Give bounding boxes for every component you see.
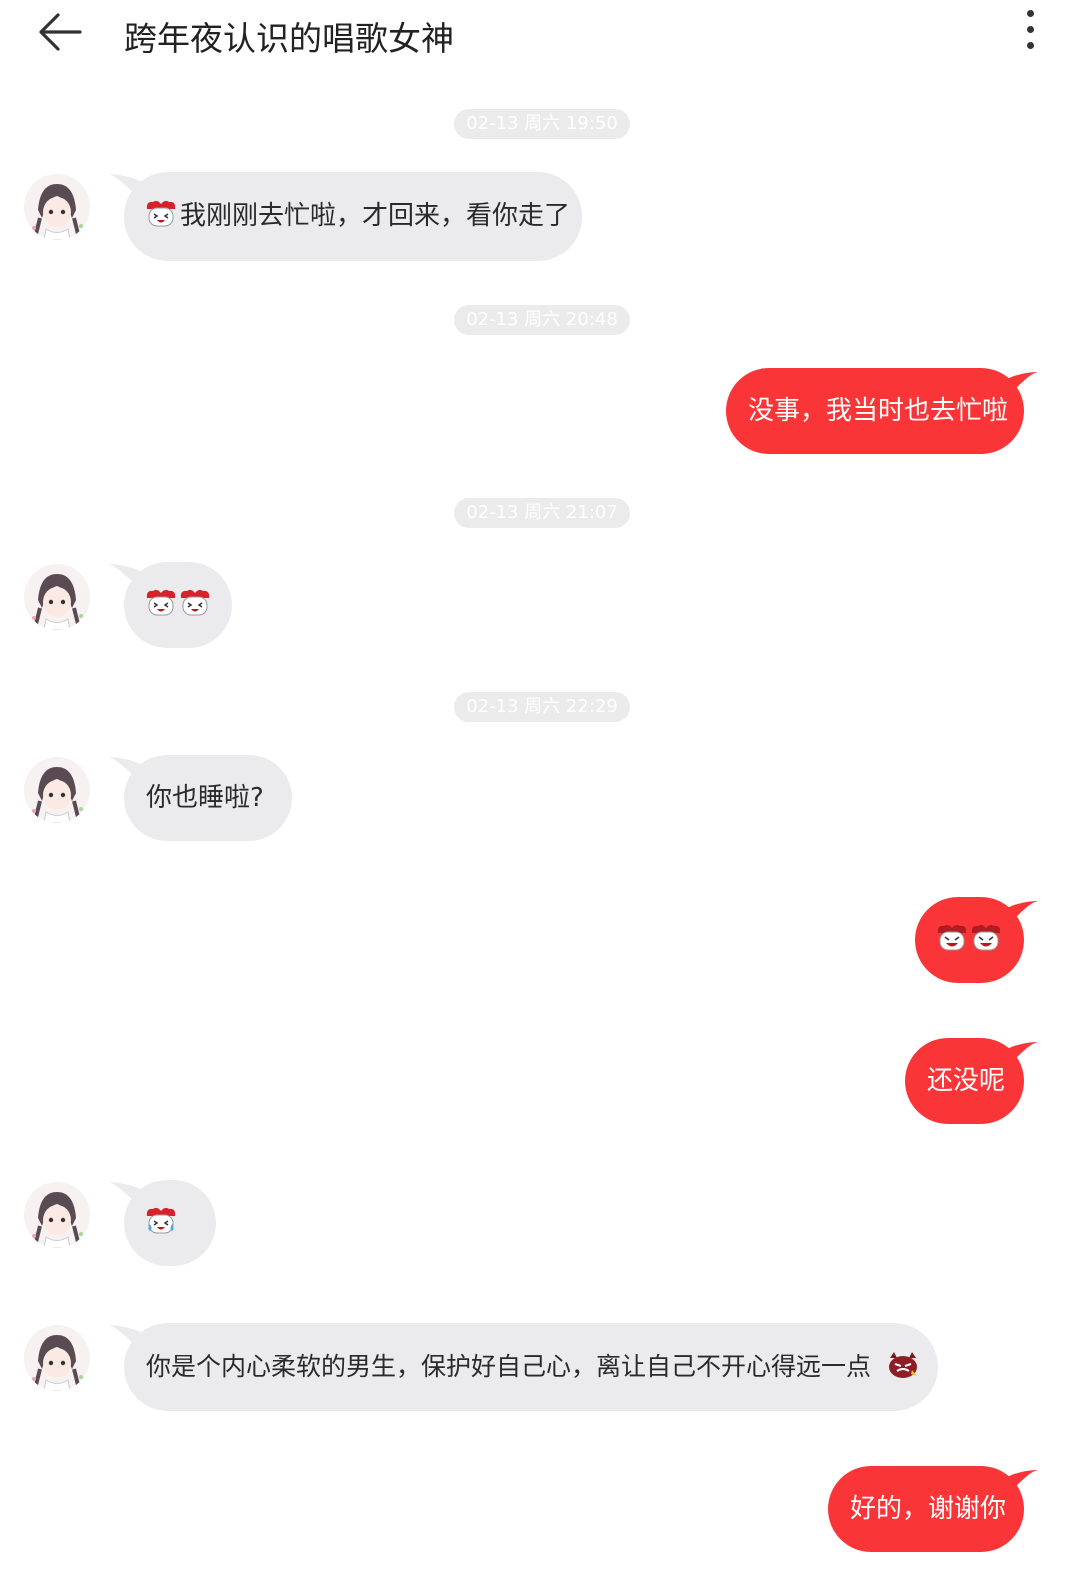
chat-title: 跨年夜认识的唱歌女神 [124,19,454,58]
timestamp: 02-13 周六 20:48 [454,305,630,335]
message-bubble-incoming[interactable]: 你也睡啦? [124,755,292,841]
more-options-button[interactable] [1020,10,1040,54]
arrow-left-icon [39,13,82,51]
contact-avatar[interactable] [24,564,90,630]
message-bubble-incoming[interactable]: 你是个内心柔软的男生，保护好自己心，离让自己不开心得远一点 [124,1323,938,1411]
more-vertical-icon [1020,10,1040,49]
grinning-girl-emoji [969,923,1003,953]
timestamp: 02-13 周六 21:07 [454,498,630,528]
contact-avatar[interactable] [24,174,90,240]
contact-avatar[interactable] [24,757,90,823]
message-bubble-outgoing[interactable]: 还没呢 [905,1038,1024,1124]
laughing-girl-emoji [178,588,212,618]
angry-devil-emoji [886,1350,920,1380]
contact-avatar[interactable] [24,1325,90,1391]
message-bubble-outgoing[interactable]: 好的，谢谢你 [828,1466,1024,1552]
laughing-girl-emoji [144,588,178,618]
timestamp: 02-13 周六 22:29 [454,692,630,722]
laughing-girl-emoji [144,199,178,229]
crying-laughing-girl-emoji [144,1206,178,1236]
header-bar: 跨年夜认识的唱歌女神 [0,0,1080,64]
message-text: 还没呢 [927,1066,1006,1096]
timestamp: 02-13 周六 19:50 [454,109,630,139]
message-bubble-outgoing[interactable]: 没事，我当时也去忙啦 [726,368,1024,454]
contact-avatar[interactable] [24,1182,90,1248]
message-text: 没事，我当时也去忙啦 [748,396,1009,426]
grinning-girl-emoji [935,923,969,953]
message-text: 你是个内心柔软的男生，保护好自己心，离让自己不开心得远一点 [146,1352,872,1381]
message-bubble-outgoing[interactable] [915,897,1024,983]
back-button[interactable] [36,10,84,54]
message-bubble-incoming[interactable] [124,562,232,648]
message-text: 好的，谢谢你 [850,1494,1007,1524]
message-text: 你也睡啦? [146,783,264,813]
message-text: 我刚刚去忙啦，才回来，看你走了 [180,201,571,231]
message-bubble-incoming[interactable] [124,1180,216,1266]
message-bubble-incoming[interactable]: 我刚刚去忙啦，才回来，看你走了 [124,172,582,261]
